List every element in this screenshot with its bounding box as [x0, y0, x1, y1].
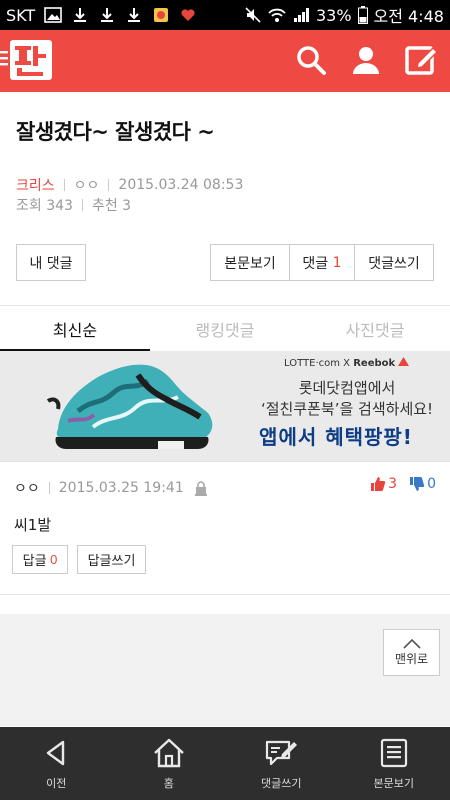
nav-view-article[interactable]: 본문보기: [338, 727, 450, 800]
gallery-icon: [44, 7, 62, 23]
ad-banner[interactable]: LOTTE·com X Reebok 롯데닷컴앱에서 ‘절친쿠폰북’을 검색하세…: [0, 351, 450, 461]
tab-ranking[interactable]: 랭킹댓글: [150, 306, 300, 351]
lotte-logo: LOTTE·com: [284, 358, 340, 369]
chevron-up-icon: [402, 638, 421, 649]
carrier-label: SKT: [6, 5, 36, 25]
back-icon: [47, 740, 65, 765]
tab-latest[interactable]: 최신순: [0, 306, 150, 351]
scroll-to-top-label: 맨위로: [394, 652, 429, 666]
search-icon[interactable]: [294, 43, 328, 77]
nav-home-label: 홈: [163, 776, 174, 790]
nav-back[interactable]: 이전: [0, 727, 113, 800]
comment-sort-tabs: 최신순 랭킹댓글 사진댓글: [0, 306, 450, 351]
my-comments-button[interactable]: 내 댓글: [16, 244, 86, 281]
tab-photo[interactable]: 사진댓글: [300, 306, 450, 351]
divider: [63, 179, 65, 191]
post-stats: 조회 343 추천 3: [16, 195, 131, 215]
nav-home[interactable]: 홈: [113, 727, 226, 800]
comment-nickname[interactable]: ㅇㅇ: [14, 478, 40, 498]
section-divider: [0, 461, 450, 462]
comments-label: 댓글: [302, 255, 329, 272]
report-icon[interactable]: [194, 480, 208, 496]
comments-count-button[interactable]: 댓글 1: [289, 244, 355, 281]
battery-icon: [357, 6, 368, 24]
pann-logo[interactable]: [0, 37, 56, 83]
post-title: 잘생겼다~ 잘생겼다 ~: [16, 120, 215, 144]
ad-line-1: 롯데닷컴앱에서: [298, 379, 396, 397]
reebok-delta-icon: [398, 357, 410, 366]
comment-date: 2015.03.25 19:41: [58, 480, 184, 496]
comment-write-icon: [266, 740, 298, 765]
divider: [81, 199, 83, 211]
ad-line-3: 앱에서 혜택팡팡!: [259, 425, 413, 449]
battery-percent: 33%: [315, 5, 352, 25]
heart-notification-icon: [181, 9, 195, 21]
recommend-count: 추천 3: [91, 198, 132, 214]
nav-write-comment-label: 댓글쓰기: [261, 776, 302, 790]
reebok-logo: Reebok: [353, 358, 396, 369]
user-icon[interactable]: [349, 43, 383, 77]
post-date: 2015.03.24 08:53: [118, 177, 244, 193]
download-icon: [101, 8, 114, 22]
upvote-button[interactable]: 3: [370, 476, 397, 492]
divider: [108, 179, 110, 191]
comment-votes: 3 0: [370, 476, 436, 492]
thumbs-up-icon: [371, 477, 386, 491]
nav-view-article-label: 본문보기: [373, 776, 414, 790]
write-icon[interactable]: [404, 43, 438, 77]
reply-count: 0: [50, 552, 58, 567]
thumbs-down-icon: [410, 477, 425, 491]
ad-line-2: ‘절친쿠폰북’을 검색하세요!: [260, 400, 434, 418]
downvote-button[interactable]: 0: [409, 476, 436, 492]
mute-icon: [245, 7, 261, 23]
comment-meta: ㅇㅇ 2015.03.25 19:41: [14, 478, 208, 498]
post-meta: 크리스 ㅇㅇ 2015.03.24 08:53: [16, 175, 243, 195]
sneaker-image: [46, 364, 213, 449]
write-reply-button[interactable]: 답글쓰기: [77, 545, 146, 574]
divider: [48, 482, 50, 494]
home-icon: [153, 738, 184, 767]
status-bar: SKT 33% 오전 4:48: [0, 0, 450, 30]
app-header: [0, 30, 450, 92]
clock: 오전 4:48: [373, 7, 444, 26]
reply-count-button[interactable]: 답글 0: [12, 545, 68, 574]
section-divider: [0, 594, 450, 595]
scroll-to-top-button[interactable]: 맨위로: [383, 629, 440, 676]
download-icon: [74, 8, 87, 22]
view-article-button[interactable]: 본문보기: [210, 244, 290, 281]
downvote-count: 0: [427, 476, 436, 492]
signal-icon: [293, 8, 309, 22]
write-comment-button[interactable]: 댓글쓰기: [354, 244, 434, 281]
comment-text: 씨1발: [14, 516, 52, 534]
comments-count: 1: [332, 254, 342, 271]
ad-x: X: [343, 358, 351, 369]
wifi-icon: [268, 8, 286, 22]
article-icon: [380, 738, 407, 767]
download-icon: [128, 8, 141, 22]
author-sub: ㅇㅇ: [73, 178, 100, 194]
author-name[interactable]: 크리스: [16, 175, 55, 195]
reply-label: 답글: [22, 553, 47, 568]
nav-back-label: 이전: [46, 776, 67, 790]
bottom-nav: 이전 홈 댓글쓰기 본문보기: [0, 727, 450, 800]
nav-write-comment[interactable]: 댓글쓰기: [225, 727, 338, 800]
ad-brand: LOTTE·com X Reebok: [284, 357, 410, 369]
app-notification-icon: [154, 8, 169, 22]
view-count: 조회 343: [16, 198, 73, 214]
upvote-count: 3: [388, 476, 398, 492]
